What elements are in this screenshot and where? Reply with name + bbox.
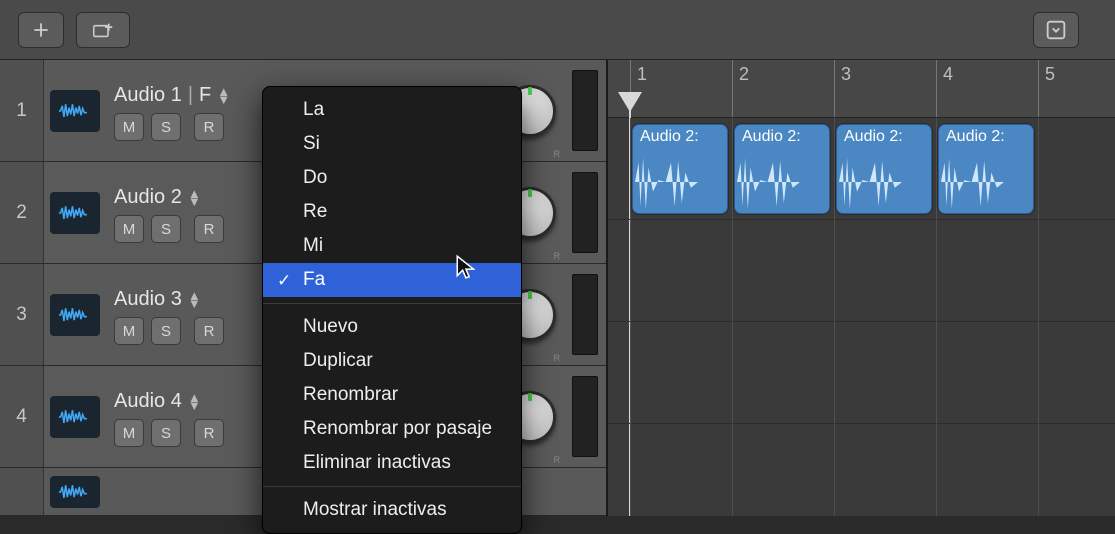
pan-r: R — [554, 455, 561, 465]
toolbar — [0, 0, 1115, 60]
track-name: Audio 3 — [114, 288, 182, 311]
track-name: Audio 2 — [114, 186, 182, 209]
chevron-down-box-icon — [1046, 20, 1066, 40]
track-icon-cell — [44, 366, 106, 467]
track-number — [0, 468, 44, 515]
menu-item-show-inactive[interactable]: Mostrar inactivas — [263, 493, 521, 527]
region-label: Audio 2: — [837, 125, 931, 146]
track-name-sep: | — [188, 84, 193, 107]
region-label: Audio 2: — [939, 125, 1033, 146]
record-button[interactable]: R — [194, 215, 224, 243]
ruler-mark: 2 — [732, 60, 749, 117]
main-area: 1 Audio 1 | F ▲▼ M S R — [0, 60, 1115, 516]
audio-waveform-icon — [50, 396, 100, 438]
record-button[interactable]: R — [194, 113, 224, 141]
level-meter — [572, 70, 598, 151]
level-meter — [572, 172, 598, 253]
track-name: Audio 4 — [114, 390, 182, 413]
pan-r: R — [554, 149, 561, 159]
track-name: Audio 1 — [114, 84, 182, 107]
level-meter — [572, 274, 598, 355]
ruler-mark: 3 — [834, 60, 851, 117]
solo-button[interactable]: S — [151, 317, 181, 345]
mute-button[interactable]: M — [114, 419, 144, 447]
region-label: Audio 2: — [735, 125, 829, 146]
track-number: 3 — [0, 264, 44, 365]
menu-item-note[interactable]: La — [263, 93, 521, 127]
menu-separator — [263, 486, 521, 487]
timeline[interactable]: 1 2 3 4 5 Audio 2: Audio 2: — [608, 60, 1115, 516]
menu-item-rename-by-region[interactable]: Renombrar por pasaje — [263, 412, 521, 446]
track-icon-cell — [44, 264, 106, 365]
menu-item-note[interactable]: Si — [263, 127, 521, 161]
track-number: 1 — [0, 60, 44, 161]
ruler[interactable]: 1 2 3 4 5 — [608, 60, 1115, 118]
region-label: Audio 2: — [633, 125, 727, 146]
mute-button[interactable]: M — [114, 317, 144, 345]
pan-r: R — [554, 353, 561, 363]
track-icon-cell — [44, 162, 106, 263]
audio-waveform-icon — [50, 90, 100, 132]
track-alt-selector-icon[interactable]: ▲▼ — [217, 88, 230, 104]
arrange-grid[interactable]: Audio 2: Audio 2: Audio 2: Audio 2: — [608, 118, 1115, 516]
pan-r: R — [554, 251, 561, 261]
solo-button[interactable]: S — [151, 419, 181, 447]
level-meter — [572, 376, 598, 457]
track-alt-context-menu: La Si Do Re Mi ✓ Fa Nuevo Duplicar Renom… — [262, 86, 522, 534]
track-icon-cell — [44, 468, 106, 515]
track-number: 4 — [0, 366, 44, 467]
menu-item-label: Fa — [303, 269, 325, 290]
track-number: 2 — [0, 162, 44, 263]
audio-waveform-icon — [50, 294, 100, 336]
record-button[interactable]: R — [194, 419, 224, 447]
add-button[interactable] — [18, 12, 64, 48]
plus-icon — [31, 20, 51, 40]
track-icon-cell — [44, 60, 106, 161]
audio-region[interactable]: Audio 2: — [734, 124, 830, 214]
audio-waveform-icon — [50, 476, 100, 508]
mute-button[interactable]: M — [114, 113, 144, 141]
playhead-icon[interactable] — [618, 92, 642, 112]
audio-region[interactable]: Audio 2: — [938, 124, 1034, 214]
record-button[interactable]: R — [194, 317, 224, 345]
ruler-mark: 4 — [936, 60, 953, 117]
solo-button[interactable]: S — [151, 215, 181, 243]
menu-item-rename[interactable]: Renombrar — [263, 378, 521, 412]
menu-item-delete-inactive[interactable]: Eliminar inactivas — [263, 446, 521, 480]
track-alt-selector-icon[interactable]: ▲▼ — [188, 292, 201, 308]
audio-region[interactable]: Audio 2: — [632, 124, 728, 214]
menu-item-duplicate[interactable]: Duplicar — [263, 344, 521, 378]
track-alt-selector-icon[interactable]: ▲▼ — [188, 190, 201, 206]
audio-region[interactable]: Audio 2: — [836, 124, 932, 214]
track-alt-selector-icon[interactable]: ▲▼ — [188, 394, 201, 410]
track-plus-icon — [93, 20, 113, 40]
mute-button[interactable]: M — [114, 215, 144, 243]
track-alt-label: F — [199, 84, 211, 107]
solo-button[interactable]: S — [151, 113, 181, 141]
ruler-mark: 5 — [1038, 60, 1055, 117]
view-dropdown-button[interactable] — [1033, 12, 1079, 48]
menu-item-note[interactable]: Do — [263, 161, 521, 195]
menu-item-note[interactable]: Mi — [263, 229, 521, 263]
menu-separator — [263, 303, 521, 304]
audio-waveform-icon — [50, 192, 100, 234]
menu-item-note[interactable]: ✓ Fa — [263, 263, 521, 297]
check-icon: ✓ — [277, 268, 291, 294]
menu-item-note[interactable]: Re — [263, 195, 521, 229]
menu-item-new[interactable]: Nuevo — [263, 310, 521, 344]
add-track-button[interactable] — [76, 12, 130, 48]
